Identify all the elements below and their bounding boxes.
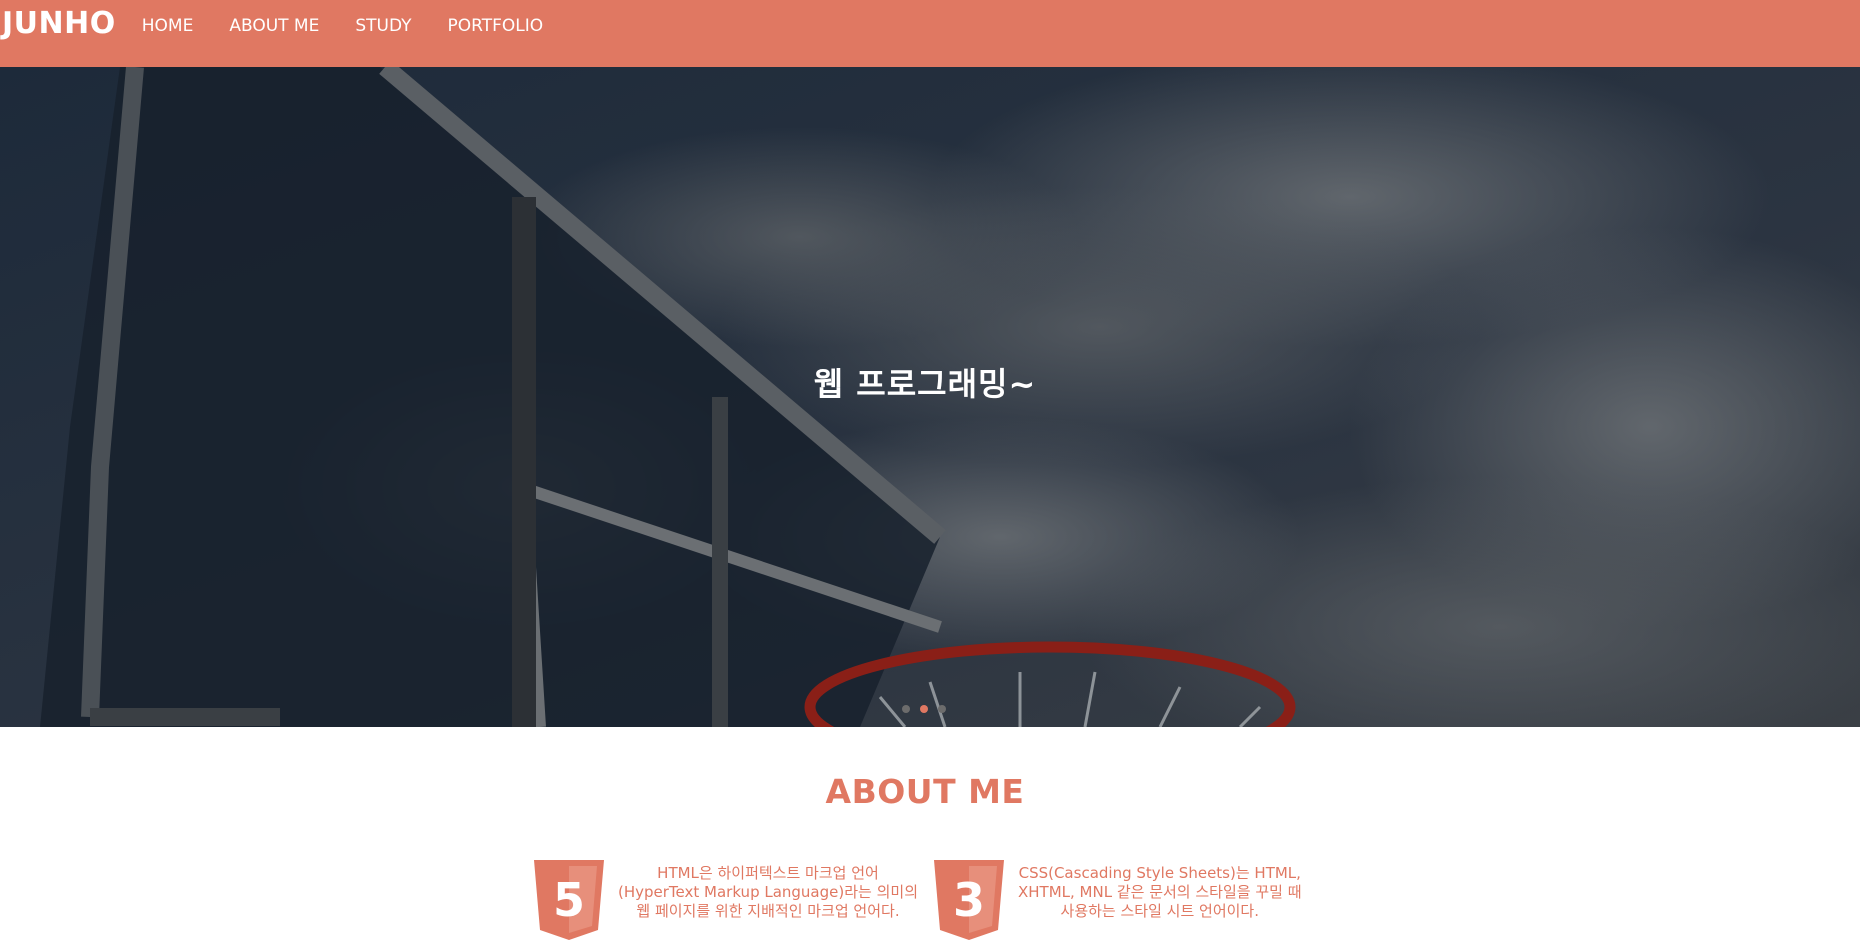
hero-title: 웹 프로그래밍~ [813,365,1037,403]
carousel-indicators [902,705,956,713]
about-title: ABOUT ME [825,772,1025,811]
css-skill-description: CSS(Cascading Style Sheets)는 HTML, XHTML… [1018,864,1302,921]
carousel-dot-1[interactable] [902,705,910,713]
html-description-line: HTML은 하이퍼텍스트 마크업 언어 [657,864,879,882]
html5-icon: 5 [534,860,604,940]
nav-link-about-me[interactable]: ABOUT ME [229,16,319,36]
html-description-line: (HyperText Markup Language)라는 의미의 [618,883,918,901]
nav-link-study[interactable]: STUDY [355,16,411,36]
nav-link-home[interactable]: HOME [142,16,194,36]
css3-icon: 3 [934,860,1004,940]
hero-carousel: 웹 프로그래밍~ [0,67,1860,727]
html-skill-card: 5 HTML은 하이퍼텍스트 마크업 언어 (HyperText Markup … [534,860,918,940]
html-description-line: 웹 페이지를 위한 지배적인 마크업 언어다. [636,902,900,920]
navbar: JUNHO HOME ABOUT ME STUDY PORTFOLIO [0,0,1860,67]
css-description-line: CSS(Cascading Style Sheets)는 HTML, [1018,864,1301,882]
nav-link-portfolio[interactable]: PORTFOLIO [448,16,544,36]
carousel-dot-2-active[interactable] [920,705,928,713]
css-skill-card: 3 CSS(Cascading Style Sheets)는 HTML, XHT… [934,860,1302,940]
svg-text:5: 5 [553,873,585,927]
css-description-line: XHTML, MNL 같은 문서의 스타일을 꾸밀 때 [1018,883,1302,901]
brand-logo[interactable]: JUNHO [2,6,116,41]
svg-text:3: 3 [953,873,985,927]
css-description-line: 사용하는 스타일 시트 언어이다. [1060,902,1259,920]
html-skill-description: HTML은 하이퍼텍스트 마크업 언어 (HyperText Markup La… [618,864,918,921]
carousel-dot-3[interactable] [938,705,946,713]
nav-links: HOME ABOUT ME STUDY PORTFOLIO [142,16,579,36]
